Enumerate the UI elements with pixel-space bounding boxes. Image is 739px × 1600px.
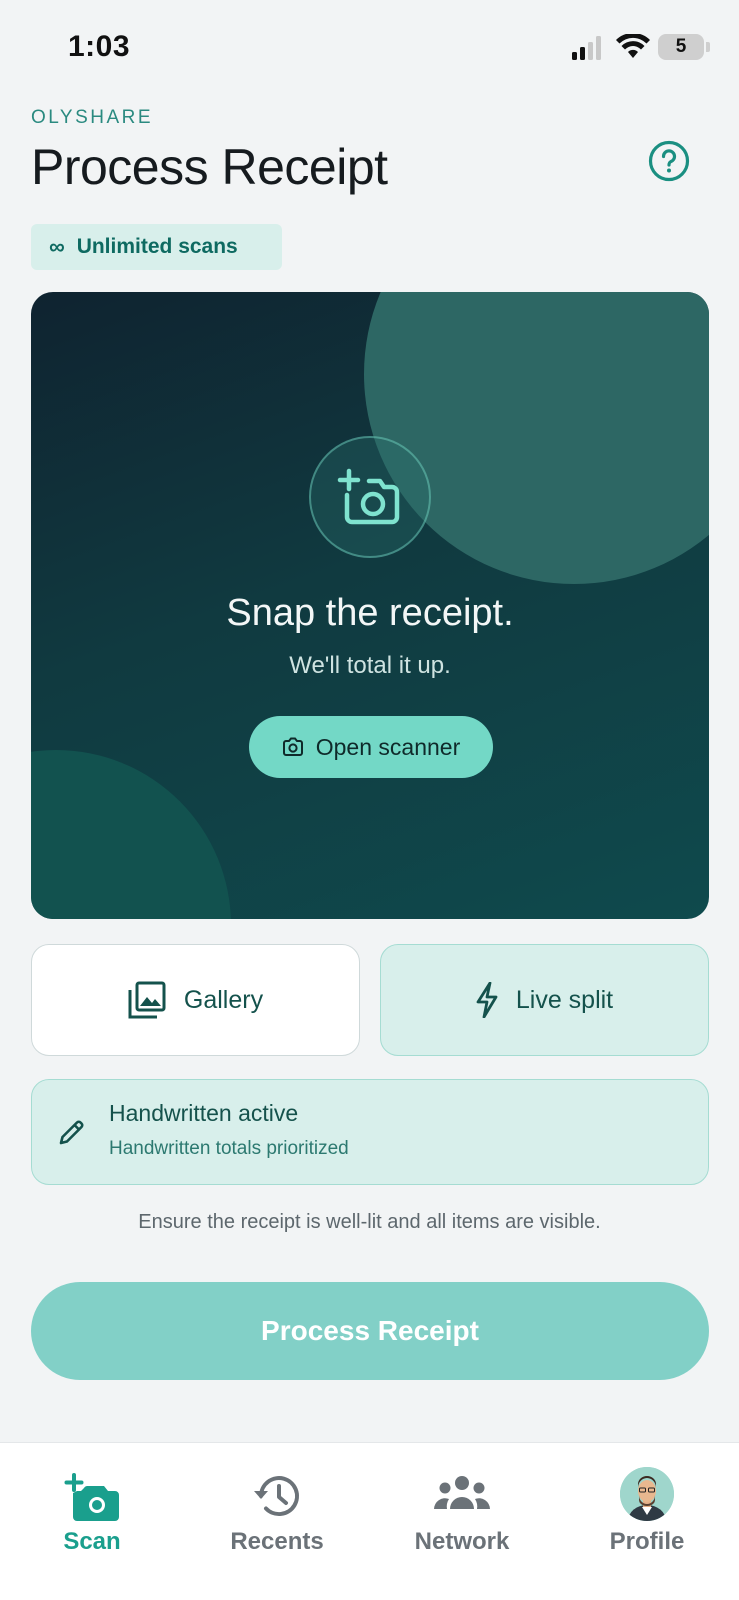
scan-hero-card: Snap the receipt. We'll total it up. Ope… [31,292,709,919]
camera-plus-icon [309,436,431,558]
hint-text: Ensure the receipt is well-lit and all i… [138,1211,601,1233]
decorative-circle [31,750,231,919]
tab-label: Scan [63,1528,121,1555]
bottom-tab-bar: Scan Recents Network Profile [0,1442,739,1600]
open-scanner-button[interactable]: Open scanner [249,716,493,778]
hero-subtitle: We'll total it up. [289,652,451,679]
lightning-icon [476,982,498,1018]
live-split-label: Live split [515,985,614,1014]
tab-scan[interactable]: Scan [0,1443,184,1563]
cellular-signal-icon [572,36,601,60]
tab-profile[interactable]: Profile [555,1443,739,1563]
tab-label: Recents [230,1528,324,1555]
battery-tip [706,42,710,52]
page-title: Process Receipt [31,139,388,195]
unlimited-scans-badge: ∞ Unlimited scans [31,224,282,270]
status-bar: 1:03 5 [0,0,739,92]
tab-label: Profile [609,1528,685,1555]
pencil-icon [59,1120,84,1145]
status-time: 1:03 [68,30,131,63]
live-split-button[interactable]: Live split [380,944,709,1056]
camera-icon [282,737,303,756]
brand-name: OLYSHARE [31,107,154,128]
open-scanner-label: Open scanner [315,733,461,760]
wifi-icon [616,34,650,58]
people-icon [434,1476,490,1509]
tab-recents[interactable]: Recents [185,1443,369,1563]
badge-label: Unlimited scans [76,235,238,258]
handwritten-title: Handwritten active [109,1100,299,1126]
infinity-icon: ∞ [49,234,65,259]
history-icon [254,1476,299,1517]
handwritten-mode-card[interactable]: Handwritten active Handwritten totals pr… [31,1079,709,1185]
gallery-icon [128,981,166,1019]
decorative-circle [364,292,709,584]
handwritten-subtitle: Handwritten totals prioritized [109,1138,349,1159]
gallery-label: Gallery [183,985,264,1014]
process-receipt-button[interactable]: Process Receipt [31,1282,709,1380]
camera-plus-icon [64,1473,119,1521]
tab-network[interactable]: Network [370,1443,554,1563]
help-icon[interactable] [648,140,690,182]
battery-indicator: 5 [658,34,704,60]
avatar [620,1467,674,1521]
gallery-button[interactable]: Gallery [31,944,360,1056]
hero-title: Snap the receipt. [226,592,514,634]
tab-label: Network [414,1528,510,1555]
